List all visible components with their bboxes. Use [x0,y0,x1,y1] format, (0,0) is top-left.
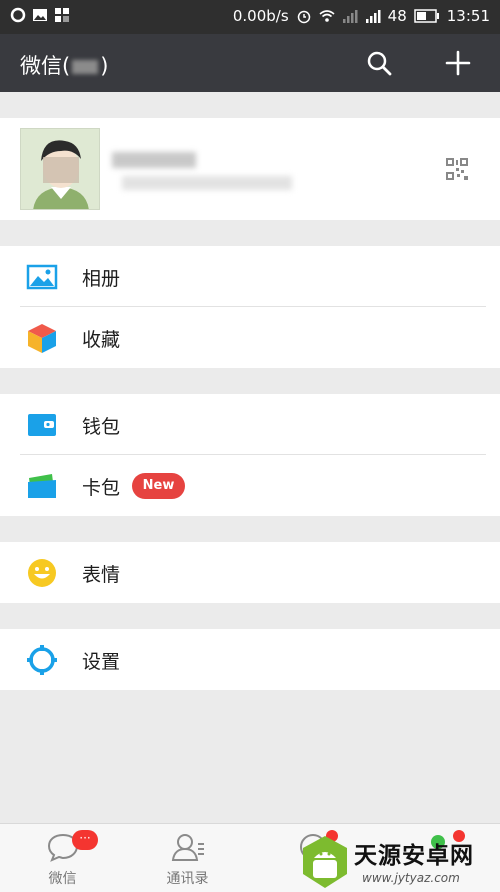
watermark-brand: 天源安卓网 [354,843,474,869]
wallet-icon [28,414,56,436]
tab-label: 微信 [48,871,77,887]
clock: 13:51 [446,7,490,25]
menu-item-favorites[interactable]: 收藏 [0,307,500,368]
menu-item-wallet[interactable]: 钱包 [0,394,500,455]
tab-contacts[interactable]: 通讯录 [125,824,250,892]
avatar[interactable] [20,128,100,210]
menu-item-settings[interactable]: 设置 [0,629,500,690]
favorites-cube-icon [28,324,56,353]
menu-item-label: 卡包 [82,477,121,499]
alarm-icon [297,10,310,24]
menu-item-label: 收藏 [82,329,121,351]
gallery-notification-icon [33,9,47,21]
tab-chats[interactable]: 微信 ··· [0,824,125,892]
profile-card[interactable] [0,118,500,220]
notification-icon [10,7,26,23]
android-logo-icon [303,836,347,888]
menu-item-album[interactable]: 相册 [0,246,500,307]
menu-item-stickers[interactable]: 表情 [0,542,500,603]
avatar-cartoon-icon [21,129,99,209]
signal-icon-sim2 [365,10,381,23]
network-speed: 0.00b/s [232,7,289,25]
album-icon [26,264,58,290]
menu-item-label: 设置 [82,651,121,673]
unread-badge: ··· [72,830,98,850]
app-header: 微信() [0,34,500,92]
menu-item-card-wallet[interactable]: 卡包 New [0,455,500,516]
app-grid-icon [55,8,69,22]
sticker-smiley-icon [28,559,56,587]
status-bar: 0.00b/s 48 13:51 [0,0,500,34]
menu-item-label: 相册 [82,268,121,290]
contacts-icon [171,834,204,861]
add-plus-icon[interactable] [443,48,473,78]
site-watermark: 天源安卓网 www.jytyaz.com [300,832,500,892]
blurred-count [72,60,99,74]
wifi-icon [319,10,335,22]
settings-gear-icon [27,645,57,675]
signal-strength: 48 [387,7,407,25]
watermark-url: www.jytyaz.com [362,871,460,885]
signal-icon-sim1 [342,10,358,23]
menu-item-label: 表情 [82,564,121,586]
battery-icon [414,9,439,23]
blurred-wechat-id [122,176,292,190]
tab-label: 通讯录 [166,871,209,887]
title-suffix: ) [100,54,109,78]
menu-item-label: 钱包 [82,416,121,438]
title-prefix: 微信( [20,54,71,78]
page-title: 微信() [20,50,108,80]
blurred-nickname [112,152,196,168]
qr-code-icon[interactable] [446,158,468,180]
new-badge: New [132,473,185,499]
card-wallet-icon [28,474,56,498]
search-icon[interactable] [364,48,394,78]
